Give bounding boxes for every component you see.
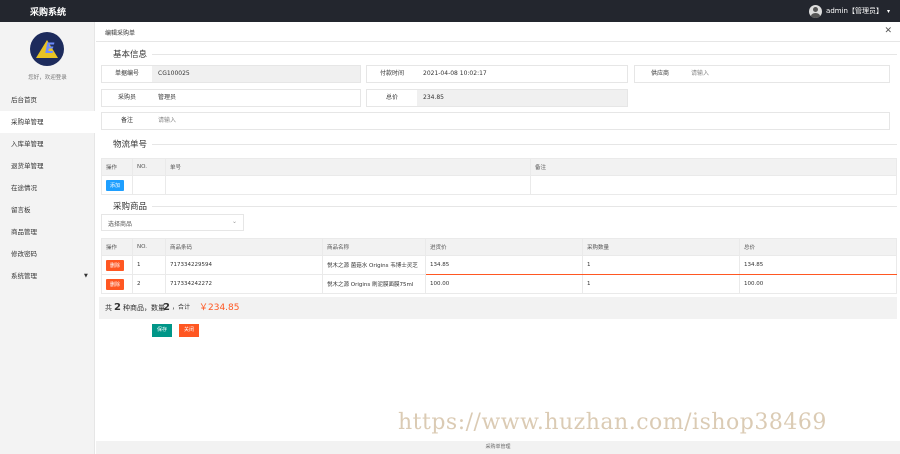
buyer-input[interactable]: 管理员 bbox=[152, 90, 360, 106]
order-no-field: 单据编号 CG100025 bbox=[101, 65, 361, 83]
sidebar-item-inbound-orders[interactable]: 入库单管理 bbox=[0, 133, 95, 155]
chevron-down-icon: ⌄ bbox=[231, 218, 237, 225]
total-label: 总价 bbox=[385, 94, 398, 101]
sidebar-item-return-orders[interactable]: 退货单管理 bbox=[0, 155, 95, 177]
summary-prefix: 共 bbox=[105, 304, 112, 312]
order-no-value: CG100025 bbox=[152, 66, 360, 82]
goods-table: 操作 NO. 商品条码 商品名称 进货价 采购数量 总价 删除 1 717334… bbox=[101, 238, 897, 294]
col-header: 单号 bbox=[165, 158, 531, 176]
supplier-label: 供应商 bbox=[650, 70, 669, 77]
col-header: 采购数量 bbox=[582, 238, 740, 256]
logo-letter: E bbox=[45, 41, 55, 57]
cell-row-total: 100.00 bbox=[739, 274, 897, 294]
col-header: NO. bbox=[132, 158, 166, 176]
col-header: 操作 bbox=[101, 238, 133, 256]
pay-time-field[interactable]: 付款时间 2021-04-08 10:02:17 bbox=[366, 65, 628, 83]
summary-qty: 2 bbox=[163, 302, 170, 313]
save-button[interactable]: 保存 bbox=[152, 324, 172, 337]
col-header: 备注 bbox=[530, 158, 897, 176]
remark-label: 备注 bbox=[120, 117, 133, 124]
tab-edit-purchase-order[interactable]: 编辑采购单 bbox=[105, 28, 135, 37]
sidebar-item-in-transit[interactable]: 在途情况 bbox=[0, 177, 95, 199]
divider bbox=[152, 206, 897, 207]
sidebar-item-system[interactable]: 系统管理 ▼ bbox=[0, 265, 95, 287]
buyer-field[interactable]: 采购员 管理员 bbox=[101, 89, 361, 107]
app-title: 采购系统 bbox=[30, 8, 67, 18]
logistics-table: 操作 NO. 单号 备注 添加 bbox=[101, 158, 897, 195]
user-avatar-icon bbox=[809, 4, 823, 18]
quantity-input[interactable]: 1 bbox=[582, 274, 740, 294]
cell-no: 1 bbox=[132, 255, 166, 275]
section-title-logistics: 物流单号 bbox=[113, 140, 148, 150]
delete-row-button[interactable]: 删除 bbox=[106, 259, 125, 271]
col-header: 商品名称 bbox=[322, 238, 426, 256]
caret-down-icon: ▼ bbox=[84, 273, 88, 279]
table-header-row: 操作 NO. 商品条码 商品名称 进货价 采购数量 总价 bbox=[101, 238, 897, 256]
add-logistics-button[interactable]: 添加 bbox=[106, 179, 125, 191]
product-select[interactable]: 选择商品 ⌄ bbox=[101, 214, 244, 231]
col-header: 进货价 bbox=[425, 238, 583, 256]
section-title-goods: 采购商品 bbox=[113, 202, 148, 212]
close-icon[interactable]: ✕ bbox=[884, 26, 892, 36]
summary-kinds-unit: 种商品，数量 bbox=[123, 304, 165, 312]
supplier-field[interactable]: 供应商 请输入 bbox=[634, 65, 890, 83]
order-summary: 共 2 种商品，数量 2 ，合计 ￥234.85 bbox=[99, 297, 897, 319]
buyer-label: 采购员 bbox=[117, 94, 136, 101]
watermark: https://www.huzhan.com/ishop38469 bbox=[398, 410, 827, 435]
sidebar-menu: 后台首页 采购单管理 入库单管理 退货单管理 在途情况 留言板 商品管理 修改密… bbox=[0, 89, 95, 287]
col-header: 操作 bbox=[101, 158, 133, 176]
cell-row-total: 134.85 bbox=[739, 255, 897, 275]
cell-barcode: 717334229594 bbox=[165, 255, 323, 275]
col-header: 总价 bbox=[739, 238, 897, 256]
product-select-placeholder: 选择商品 bbox=[108, 221, 133, 228]
cell-barcode: 717334242272 bbox=[165, 274, 323, 294]
sidebar-item-purchase-orders[interactable]: 采购单管理 bbox=[0, 111, 95, 133]
tracking-remark-input[interactable] bbox=[530, 175, 897, 195]
cell-no: 2 bbox=[132, 274, 166, 294]
top-bar: 采购系统 admin【管理员】 ▾ bbox=[0, 0, 900, 22]
cell-product-name: 悦木之源 菌菇水 Origins 韦博士灵芝 bbox=[322, 255, 426, 275]
remark-field[interactable]: 备注 请输入 bbox=[101, 112, 890, 130]
summary-total-label: ，合计 bbox=[172, 304, 191, 311]
table-row: 删除 1 717334229594 悦木之源 菌菇水 Origins 韦博士灵芝… bbox=[101, 255, 897, 275]
quantity-input[interactable]: 1 bbox=[582, 255, 740, 275]
tab-bar: 编辑采购单 ✕ bbox=[96, 22, 900, 42]
sidebar-item-products[interactable]: 商品管理 bbox=[0, 221, 95, 243]
table-header-row: 操作 NO. 单号 备注 bbox=[101, 158, 897, 176]
pay-time-input[interactable]: 2021-04-08 10:02:17 bbox=[417, 66, 627, 82]
user-menu[interactable]: admin【管理员】 ▾ bbox=[809, 4, 890, 18]
tracking-no-input[interactable] bbox=[165, 175, 531, 195]
close-button[interactable]: 关闭 bbox=[179, 324, 199, 337]
divider bbox=[152, 144, 897, 145]
table-row: 添加 bbox=[101, 175, 897, 195]
sidebar-item-change-password[interactable]: 修改密码 bbox=[0, 243, 95, 265]
col-header: 商品条码 bbox=[165, 238, 323, 256]
order-no-label: 单据编号 bbox=[114, 70, 139, 77]
summary-kinds: 2 bbox=[114, 302, 121, 313]
col-header: NO. bbox=[132, 238, 166, 256]
delete-row-button[interactable]: 删除 bbox=[106, 278, 125, 290]
supplier-input[interactable]: 请输入 bbox=[685, 66, 889, 82]
table-row: 删除 2 717334242272 悦木之源 Origins 刷泥膜面膜75ml… bbox=[101, 274, 897, 294]
sidebar-item-home[interactable]: 后台首页 bbox=[0, 89, 95, 111]
app-logo: E bbox=[30, 32, 64, 66]
total-value: 234.85 bbox=[417, 90, 627, 106]
divider bbox=[152, 54, 897, 55]
chevron-down-icon: ▾ bbox=[886, 7, 890, 15]
summary-total: ￥234.85 bbox=[199, 303, 240, 313]
sidebar-item-message-board[interactable]: 留言板 bbox=[0, 199, 95, 221]
price-input[interactable]: 134.85 bbox=[425, 255, 583, 275]
price-input[interactable]: 100.00 bbox=[425, 274, 583, 294]
cell-product-name: 悦木之源 Origins 刷泥膜面膜75ml bbox=[322, 274, 426, 294]
pay-time-label: 付款时间 bbox=[379, 70, 404, 77]
remark-input[interactable]: 请输入 bbox=[152, 113, 889, 129]
sidebar: E 您好，欢迎登录 后台首页 采购单管理 入库单管理 退货单管理 在途情况 留言… bbox=[0, 22, 95, 454]
footer: 采购单管理 bbox=[96, 441, 900, 454]
total-field: 总价 234.85 bbox=[366, 89, 628, 107]
welcome-text: 您好，欢迎登录 bbox=[28, 75, 67, 81]
section-title-basic-info: 基本信息 bbox=[113, 50, 148, 60]
user-name: admin【管理员】 bbox=[826, 7, 883, 15]
